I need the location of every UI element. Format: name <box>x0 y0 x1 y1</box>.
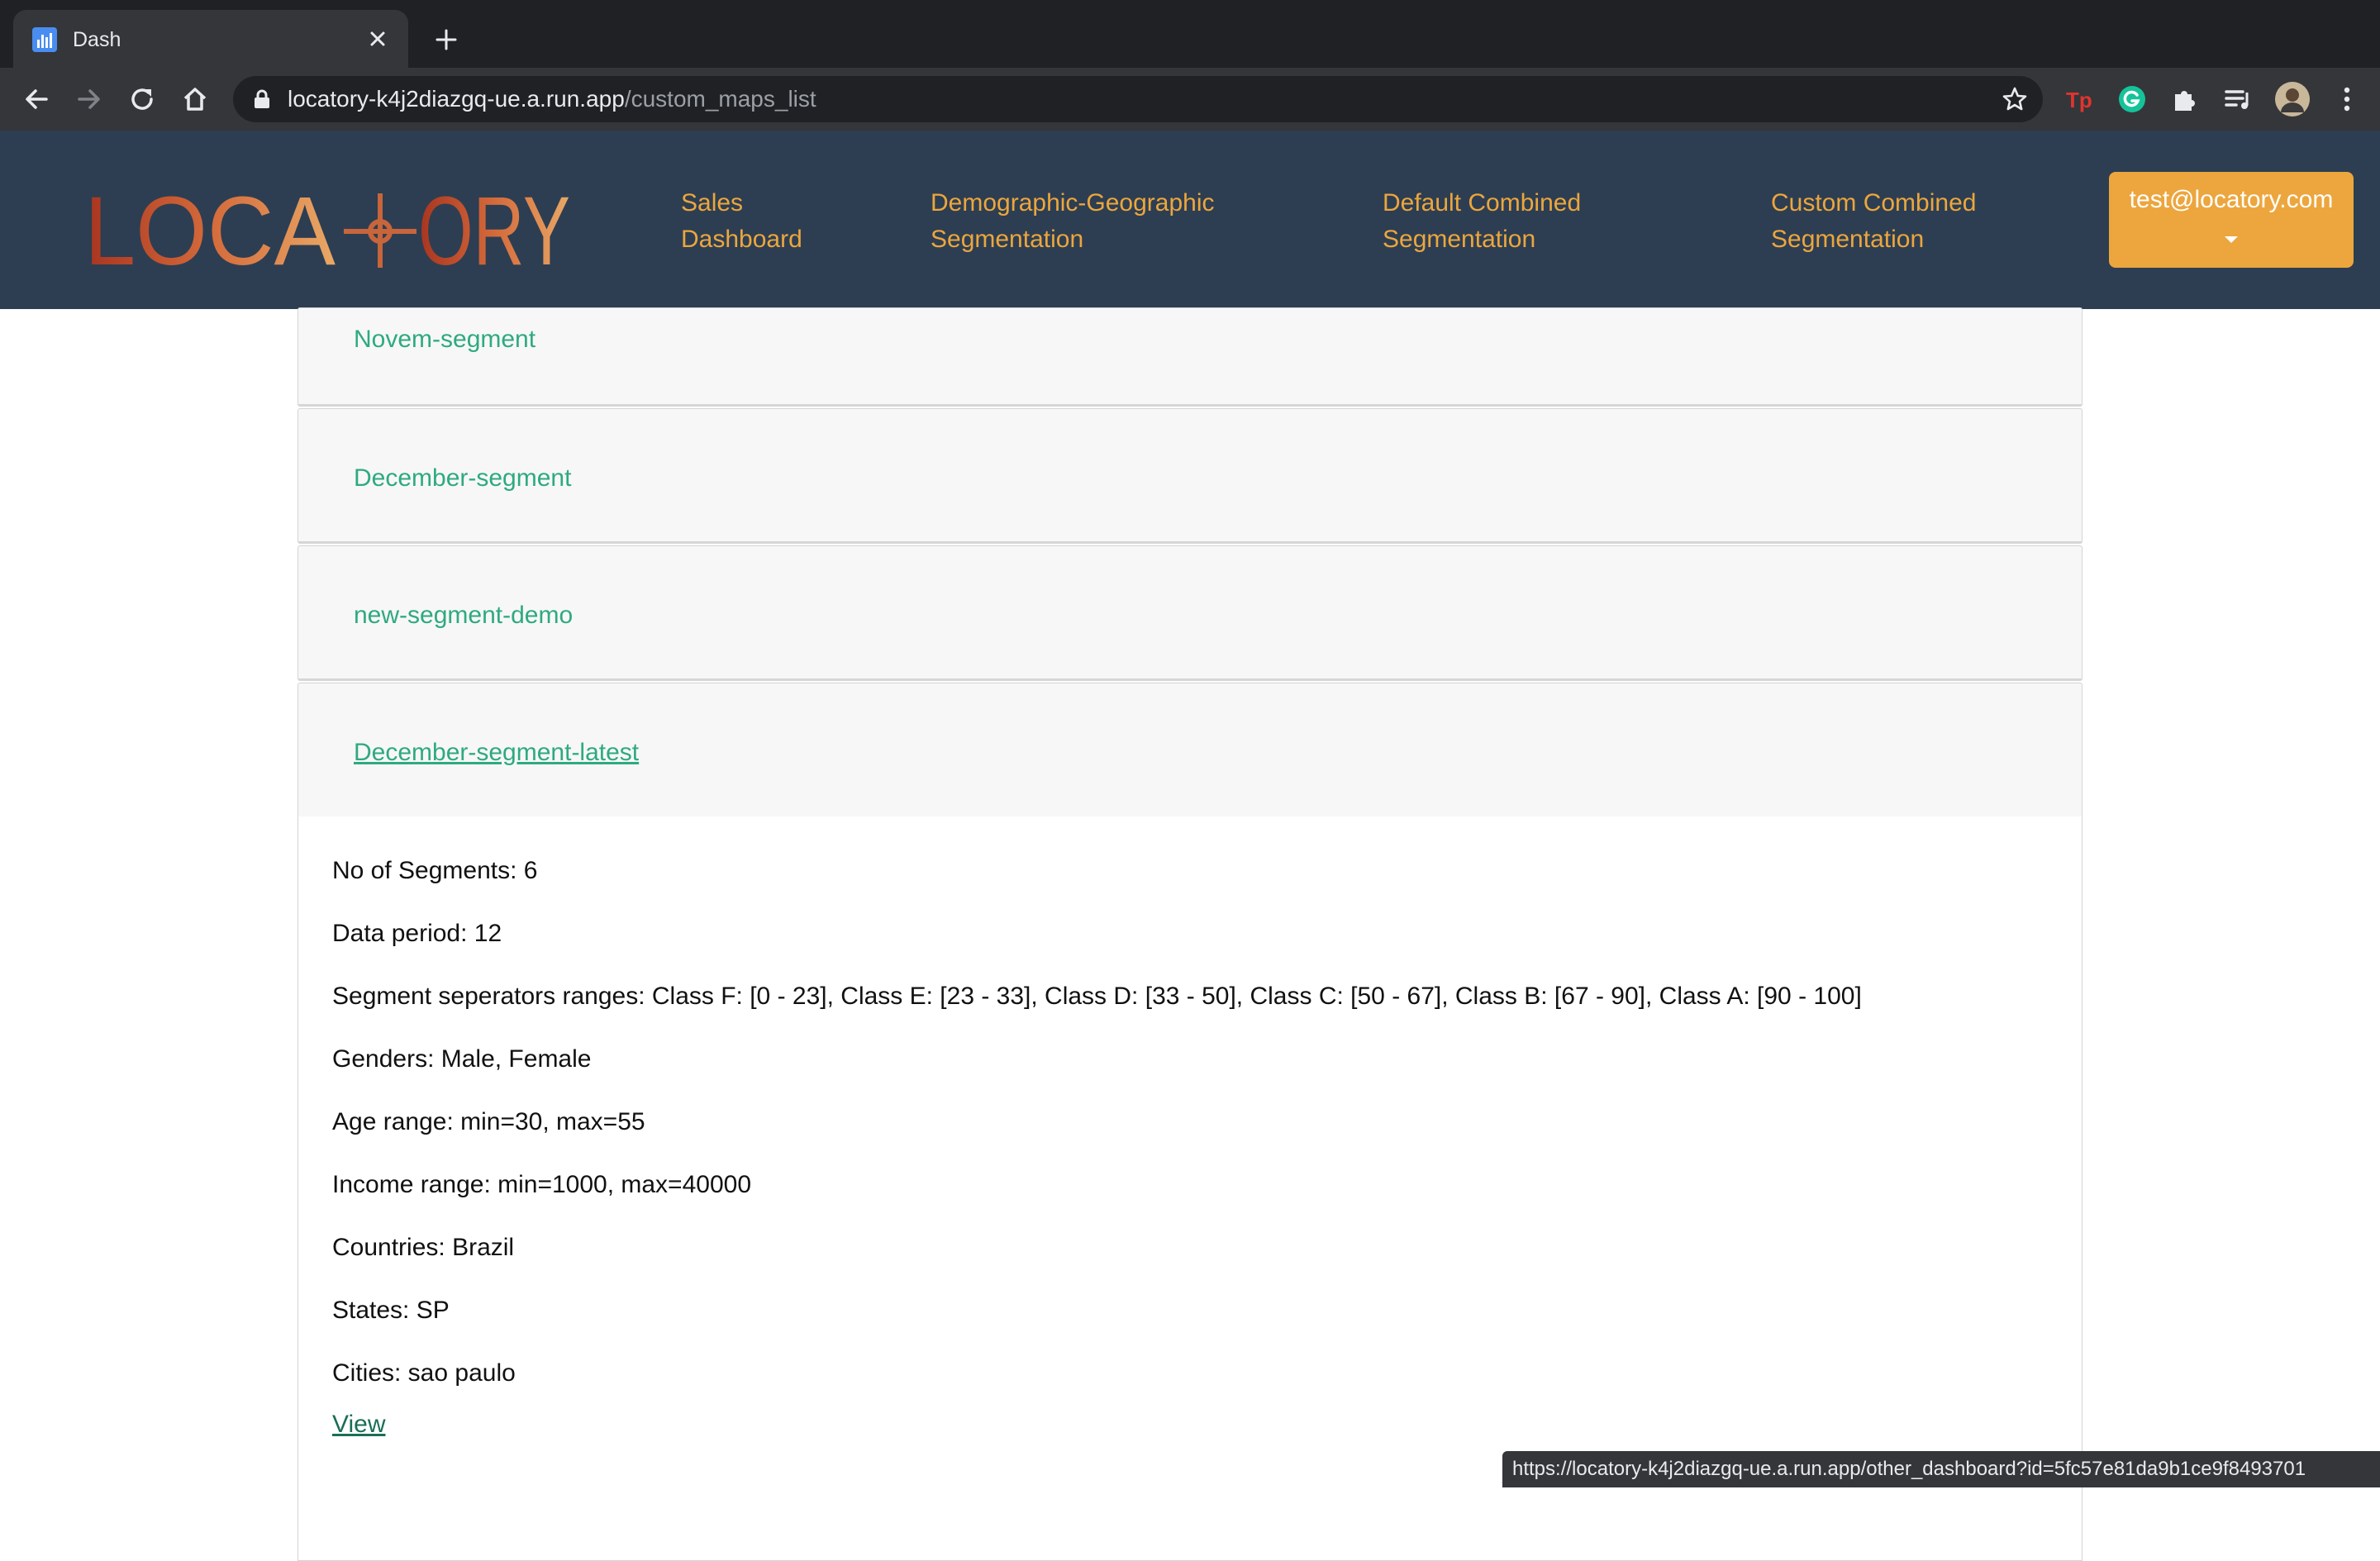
user-menu-button[interactable]: test@locatory.com <box>2109 172 2354 268</box>
segment-card[interactable]: Novem-segment <box>298 307 2082 407</box>
grammarly-icon[interactable] <box>2116 83 2149 116</box>
home-icon[interactable] <box>178 83 212 116</box>
segment-link[interactable]: December-segment-latest <box>354 738 639 768</box>
segment-card-expanded[interactable]: December-segment-latest <box>298 683 2082 818</box>
profile-avatar[interactable] <box>2274 81 2311 117</box>
nav-custom-combined-segmentation[interactable]: Custom Combined Segmentation <box>1771 185 1976 258</box>
tab-title: Dash <box>73 28 121 51</box>
link-status-bubble: https://locatory-k4j2diazgq-ue.a.run.app… <box>1502 1451 2380 1487</box>
nav-demographic-geographic-segmentation[interactable]: Demographic-Geographic Segmentation <box>931 185 1215 258</box>
user-email: test@locatory.com <box>2129 186 2334 213</box>
no-of-segments-text: No of Segments: 6 <box>332 857 538 884</box>
menu-dots-icon[interactable] <box>2330 83 2363 116</box>
segment-details-panel: No of Segments: 6 Data period: 12 Segmen… <box>298 816 2082 1561</box>
app-navbar: LOCA ORY Sales Dashboard Demographic-Geo… <box>0 131 2380 309</box>
new-tab-plus-icon[interactable] <box>430 23 463 56</box>
back-arrow-icon[interactable] <box>20 83 53 116</box>
lock-icon[interactable] <box>253 89 271 109</box>
browser-toolbar: locatory-k4j2diazgq-ue.a.run.app/custom_… <box>0 68 2380 131</box>
address-bar[interactable]: locatory-k4j2diazgq-ue.a.run.app/custom_… <box>233 76 2043 122</box>
dash-favicon-icon <box>32 27 57 52</box>
segment-card[interactable]: new-segment-demo <box>298 545 2082 681</box>
locatory-logo[interactable]: LOCA ORY <box>83 182 578 281</box>
browser-tabbar: Dash <box>0 0 2380 68</box>
cities-text: Cities: sao paulo <box>332 1359 516 1387</box>
view-link[interactable]: View <box>332 1410 385 1440</box>
nav-sales-dashboard[interactable]: Sales Dashboard <box>681 185 802 258</box>
segment-link[interactable]: Novem-segment <box>354 325 536 355</box>
close-tab-icon[interactable] <box>364 25 392 53</box>
svg-text:LOCA: LOCA <box>84 182 336 281</box>
extensions-puzzle-icon[interactable] <box>2168 83 2202 116</box>
browser-tab[interactable]: Dash <box>13 10 408 68</box>
url-text[interactable]: locatory-k4j2diazgq-ue.a.run.app/custom_… <box>288 86 816 112</box>
tp-extension-icon[interactable]: Tp <box>2063 83 2096 116</box>
countries-text: Countries: Brazil <box>332 1234 515 1261</box>
income-range-text: Income range: min=1000, max=40000 <box>332 1171 751 1198</box>
svg-text:Tp: Tp <box>2066 88 2092 112</box>
genders-text: Genders: Male, Female <box>332 1045 592 1073</box>
url-path: /custom_maps_list <box>624 86 816 112</box>
bookmark-star-icon[interactable] <box>2002 86 2028 112</box>
reload-icon[interactable] <box>126 83 159 116</box>
svg-text:ORY: ORY <box>418 182 570 281</box>
nav-default-combined-segmentation[interactable]: Default Combined Segmentation <box>1383 185 1581 258</box>
age-range-text: Age range: min=30, max=55 <box>332 1108 645 1135</box>
data-period-text: Data period: 12 <box>332 920 502 947</box>
url-host: locatory-k4j2diazgq-ue.a.run.app <box>288 86 625 112</box>
segment-link[interactable]: new-segment-demo <box>354 601 573 631</box>
segment-link[interactable]: December-segment <box>354 464 571 493</box>
segment-separators-text: Segment seperators ranges: Class F: [0 -… <box>332 983 1862 1010</box>
segment-card[interactable]: December-segment <box>298 408 2082 544</box>
forward-arrow-icon[interactable] <box>73 83 106 116</box>
media-control-icon[interactable] <box>2221 83 2254 116</box>
states-text: States: SP <box>332 1297 450 1324</box>
caret-down-icon <box>2225 236 2238 243</box>
